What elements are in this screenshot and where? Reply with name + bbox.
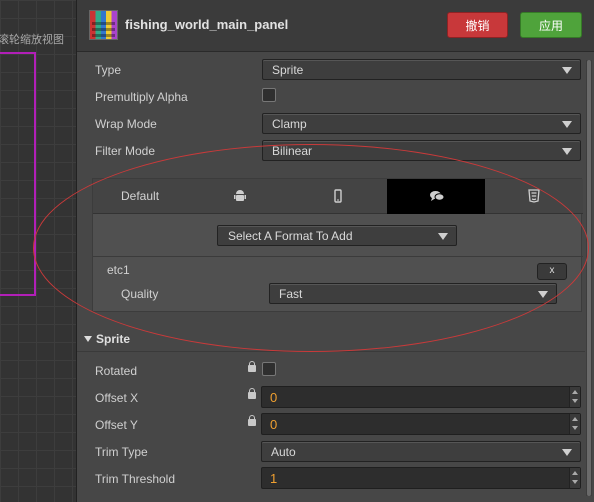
html5-icon	[528, 189, 540, 203]
sprite-section-header[interactable]: Sprite	[77, 328, 585, 352]
collapse-caret-icon	[84, 336, 92, 342]
offset-y-input[interactable]: 0	[261, 413, 581, 435]
offset-x-row: Offset X 0	[77, 384, 585, 411]
tab-chat[interactable]	[387, 179, 485, 214]
wrap-mode-value: Clamp	[272, 117, 307, 131]
wrap-mode-label: Wrap Mode	[95, 117, 157, 131]
type-select[interactable]: Sprite	[262, 59, 581, 80]
texture-asset-icon	[89, 10, 118, 40]
divider	[93, 256, 583, 257]
format-name: etc1	[107, 263, 130, 277]
trim-type-value: Auto	[271, 445, 296, 459]
tab-phone[interactable]	[289, 179, 387, 214]
scrollbar-thumb[interactable]	[587, 60, 591, 496]
inspector-panel: fishing_world_main_panel 撤销 应用 Type Spri…	[76, 0, 594, 502]
trim-type-select[interactable]: Auto	[261, 441, 581, 462]
rotated-checkbox[interactable]	[262, 362, 276, 376]
android-icon	[234, 190, 246, 201]
chat-bubbles-icon	[430, 191, 445, 201]
format-select[interactable]: Select A Format To Add	[217, 225, 457, 246]
offset-y-value: 0	[270, 417, 278, 432]
dropdown-arrow-icon	[562, 148, 572, 155]
quality-select[interactable]: Fast	[269, 283, 557, 304]
platform-settings-panel: Default Select A Format To Add etc1 x Qu…	[92, 178, 583, 312]
stepper-icon[interactable]	[569, 414, 580, 434]
inspector-scrollbar[interactable]	[586, 60, 592, 496]
lock-icon	[248, 388, 256, 399]
stepper-icon[interactable]	[569, 387, 580, 407]
wrap-mode-select[interactable]: Clamp	[262, 113, 581, 134]
dropdown-arrow-icon	[562, 121, 572, 128]
lock-icon	[248, 415, 256, 426]
premultiply-alpha-checkbox[interactable]	[262, 88, 276, 102]
rotated-row: Rotated	[77, 357, 585, 384]
lock-icon	[248, 361, 256, 372]
asset-title: fishing_world_main_panel	[125, 17, 289, 32]
scene-node-outline	[0, 52, 36, 296]
scene-zoom-hint: 滚轮缩放视图	[0, 34, 64, 46]
offset-x-input[interactable]: 0	[261, 386, 581, 408]
dropdown-arrow-icon	[562, 67, 572, 74]
premultiply-alpha-row: Premultiply Alpha	[77, 83, 585, 110]
phone-icon	[334, 189, 342, 203]
filter-mode-label: Filter Mode	[95, 144, 156, 158]
offset-x-value: 0	[270, 390, 278, 405]
trim-threshold-value: 1	[270, 471, 278, 486]
format-select-label: Select A Format To Add	[228, 229, 353, 243]
inspector-header: fishing_world_main_panel 撤销 应用	[77, 0, 594, 52]
quality-value: Fast	[279, 287, 303, 301]
premultiply-alpha-label: Premultiply Alpha	[95, 90, 188, 104]
wrap-mode-row: Wrap Mode Clamp	[77, 110, 585, 137]
apply-button[interactable]: 应用	[520, 12, 582, 38]
trim-type-label: Trim Type	[95, 445, 148, 459]
sprite-section-title: Sprite	[96, 332, 131, 346]
tab-default-label: Default	[121, 189, 160, 203]
rotated-label: Rotated	[95, 364, 138, 378]
trim-threshold-label: Trim Threshold	[95, 472, 176, 486]
offset-x-label: Offset X	[95, 391, 139, 405]
trim-type-row: Trim Type Auto	[77, 438, 585, 465]
revert-button[interactable]: 撤销	[447, 12, 508, 38]
type-row: Type Sprite	[77, 56, 585, 83]
scene-view[interactable]: 滚轮缩放视图	[0, 0, 76, 502]
tab-default[interactable]: Default	[93, 179, 191, 214]
stepper-icon[interactable]	[569, 468, 580, 488]
dropdown-arrow-icon	[538, 291, 548, 298]
type-value: Sprite	[272, 63, 304, 77]
inspector-content: Type Sprite Premultiply Alpha Wrap Mode …	[77, 52, 585, 502]
filter-mode-select[interactable]: Bilinear	[262, 140, 581, 161]
trim-threshold-row: Trim Threshold 1	[77, 465, 585, 492]
tab-android[interactable]	[191, 179, 289, 214]
tab-html5[interactable]	[485, 179, 583, 214]
filter-mode-value: Bilinear	[272, 144, 313, 158]
filter-mode-row: Filter Mode Bilinear	[77, 137, 585, 164]
dropdown-arrow-icon	[438, 233, 448, 240]
quality-label: Quality	[121, 287, 159, 301]
offset-y-row: Offset Y 0	[77, 411, 585, 438]
dropdown-arrow-icon	[562, 449, 572, 456]
platform-tabs: Default	[93, 179, 583, 214]
trim-threshold-input[interactable]: 1	[261, 467, 581, 489]
remove-format-button[interactable]: x	[537, 263, 567, 280]
offset-y-label: Offset Y	[95, 418, 138, 432]
type-label: Type	[95, 63, 122, 77]
